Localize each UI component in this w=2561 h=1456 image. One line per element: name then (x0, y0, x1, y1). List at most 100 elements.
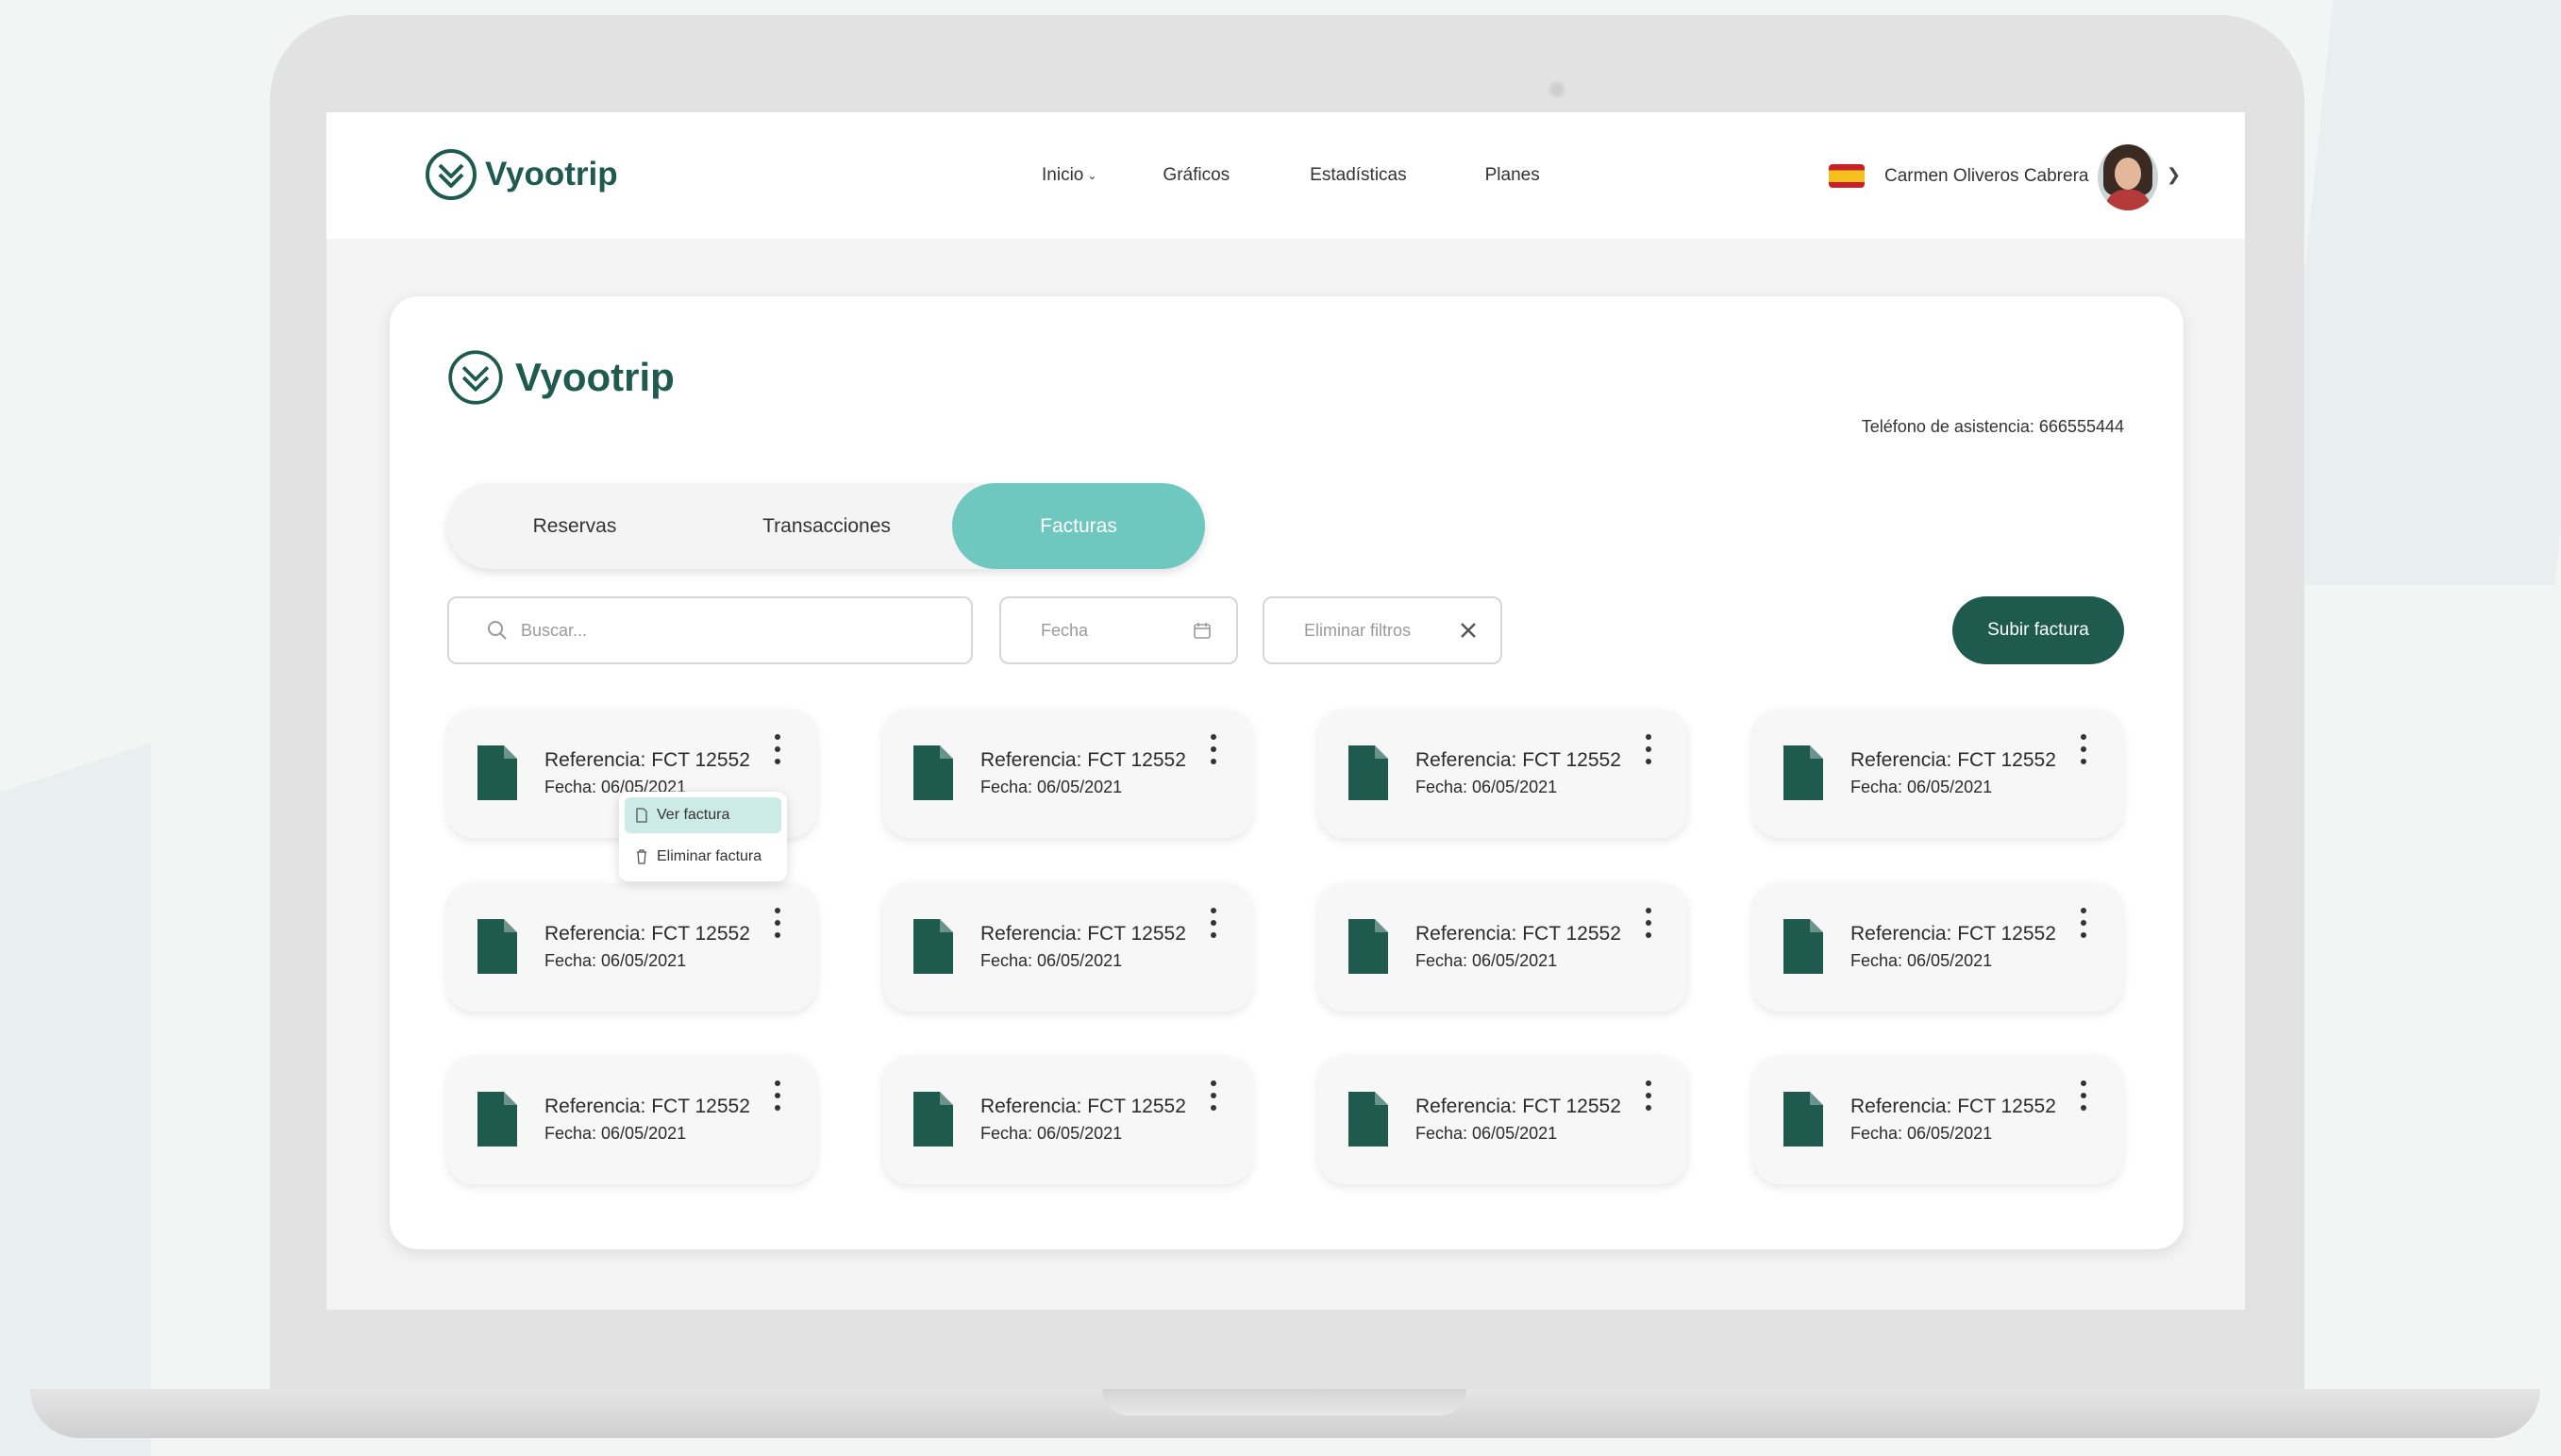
more-options-icon[interactable] (1208, 908, 1219, 938)
document-icon (1348, 1092, 1388, 1146)
search-icon (488, 621, 507, 640)
tab-transacciones[interactable]: Transacciones (699, 483, 954, 569)
invoice-date: Fecha: 06/05/2021 (980, 951, 1123, 970)
trash-icon (637, 849, 646, 864)
document-icon (913, 919, 953, 974)
brand-logo[interactable]: Vyootrip (425, 148, 618, 201)
invoice-card[interactable]: Referencia: FCT 12552 Fecha: 06/05/2021 (883, 883, 1252, 1012)
invoice-date: Fecha: 06/05/2021 (980, 778, 1123, 796)
invoice-card[interactable]: Referencia: FCT 12552 Fecha: 06/05/2021 (447, 1056, 816, 1184)
more-options-icon[interactable] (2078, 1080, 2089, 1111)
invoices-panel: Vyootrip Teléfono de asistencia: 6665554… (390, 296, 2184, 1249)
invoice-reference: Referencia: FCT 12552 (1850, 923, 2056, 945)
search-placeholder: Buscar... (521, 620, 588, 640)
more-options-icon[interactable] (1208, 1080, 1219, 1111)
chevron-down-icon[interactable]: ❯ (2167, 165, 2181, 185)
avatar[interactable] (2098, 144, 2158, 210)
invoice-card[interactable]: Referencia: FCT 12552 Fecha: 06/05/2021 (1318, 710, 1687, 838)
invoice-reference: Referencia: FCT 12552 (1850, 749, 2056, 771)
tab-reservas[interactable]: Reservas (447, 483, 702, 569)
invoice-date: Fecha: 06/05/2021 (1850, 778, 1993, 796)
invoice-date: Fecha: 06/05/2021 (1415, 1124, 1558, 1143)
invoice-reference: Referencia: FCT 12552 (544, 749, 750, 771)
more-options-icon[interactable] (772, 908, 783, 938)
chevron-down-icon: ⌄ (1087, 169, 1097, 182)
invoice-reference: Referencia: FCT 12552 (1415, 923, 1621, 945)
brand-logo: Vyootrip (447, 349, 675, 406)
more-options-icon[interactable] (2078, 908, 2089, 938)
document-icon (1348, 919, 1388, 974)
background-shape (0, 743, 151, 1456)
document-icon (477, 919, 517, 974)
date-filter[interactable]: Fecha (999, 596, 1238, 664)
clear-filters-button[interactable]: Eliminar filtros (1263, 596, 1502, 664)
invoice-date: Fecha: 06/05/2021 (544, 1124, 687, 1143)
document-icon (477, 745, 517, 800)
spain-flag-icon[interactable] (1829, 164, 1865, 188)
brand-name: Vyootrip (515, 355, 675, 399)
support-phone: Teléfono de asistencia: 666555444 (1861, 417, 2124, 436)
invoice-grid: Referencia: FCT 12552 Fecha: 06/05/2021 … (447, 710, 2124, 1219)
more-options-icon[interactable] (1643, 734, 1654, 764)
invoice-card[interactable]: Referencia: FCT 12552 Fecha: 06/05/2021 (1318, 1056, 1687, 1184)
delete-invoice-menu-item[interactable]: Eliminar factura (625, 839, 781, 875)
more-options-icon[interactable] (1643, 1080, 1654, 1111)
app-screen: Vyootrip Inicio ⌄ Gráficos Estadísticas … (326, 112, 2245, 1310)
invoice-reference: Referencia: FCT 12552 (980, 749, 1186, 771)
invoice-card[interactable]: Referencia: FCT 12552 Fecha: 06/05/2021 (1753, 883, 2122, 1012)
nav-graficos[interactable]: Gráficos (1163, 165, 1230, 186)
invoice-date: Fecha: 06/05/2021 (544, 951, 687, 970)
tab-bar: Reservas Transacciones Facturas (447, 483, 1205, 569)
invoice-reference: Referencia: FCT 12552 (980, 1096, 1186, 1117)
user-name: Carmen Oliveros Cabrera (1884, 166, 2089, 186)
view-invoice-menu-item[interactable]: Ver factura (625, 797, 781, 833)
clear-filters-label: Eliminar filtros (1304, 620, 1412, 640)
invoice-card[interactable]: Referencia: FCT 12552 Fecha: 06/05/2021 (883, 710, 1252, 838)
invoice-card[interactable]: Referencia: FCT 12552 Fecha: 06/05/2021 (1318, 883, 1687, 1012)
invoice-reference: Referencia: FCT 12552 (544, 923, 750, 945)
invoice-date: Fecha: 06/05/2021 (980, 1124, 1123, 1143)
document-icon (477, 1092, 517, 1146)
date-placeholder: Fecha (1041, 620, 1089, 640)
more-options-icon[interactable] (1643, 908, 1654, 938)
document-icon (913, 745, 953, 800)
invoice-card[interactable]: Referencia: FCT 12552 Fecha: 06/05/2021 (883, 1056, 1252, 1184)
invoice-date: Fecha: 06/05/2021 (1850, 951, 1993, 970)
more-options-icon[interactable] (772, 1080, 783, 1111)
invoice-reference: Referencia: FCT 12552 (980, 923, 1186, 945)
top-navigation: Vyootrip Inicio ⌄ Gráficos Estadísticas … (326, 112, 2245, 239)
invoice-reference: Referencia: FCT 12552 (1415, 1096, 1621, 1117)
invoice-date: Fecha: 06/05/2021 (1415, 778, 1558, 796)
more-options-icon[interactable] (2078, 734, 2089, 764)
more-options-icon[interactable] (1208, 734, 1219, 764)
main-menu: Inicio ⌄ Gráficos Estadísticas Planes (1042, 165, 1606, 186)
upload-invoice-button[interactable]: Subir factura (1952, 596, 2124, 664)
nav-inicio[interactable]: Inicio ⌄ (1042, 165, 1096, 186)
close-icon (1461, 623, 1476, 638)
tab-facturas[interactable]: Facturas (952, 483, 1205, 569)
camera-icon (1548, 81, 1565, 98)
invoice-context-menu: Ver factura Eliminar factura (619, 792, 787, 881)
invoice-reference: Referencia: FCT 12552 (544, 1096, 750, 1117)
document-icon (913, 1092, 953, 1146)
document-icon (1783, 919, 1823, 974)
invoice-card[interactable]: Referencia: FCT 12552 Fecha: 06/05/2021 (447, 883, 816, 1012)
vyootrip-logo-icon (426, 149, 477, 200)
document-icon (1783, 1092, 1823, 1146)
invoice-date: Fecha: 06/05/2021 (1415, 951, 1558, 970)
search-input[interactable]: Buscar... (447, 596, 973, 664)
document-icon (1348, 745, 1388, 800)
invoice-card[interactable]: Referencia: FCT 12552 Fecha: 06/05/2021 (1753, 710, 2122, 838)
nav-estadisticas[interactable]: Estadísticas (1310, 165, 1406, 186)
nav-planes[interactable]: Planes (1485, 165, 1540, 186)
nav-inicio-label: Inicio (1042, 165, 1084, 185)
invoice-card[interactable]: Referencia: FCT 12552 Fecha: 06/05/2021 (1753, 1056, 2122, 1184)
calendar-icon (1194, 623, 1211, 639)
more-options-icon[interactable] (772, 734, 783, 764)
invoice-reference: Referencia: FCT 12552 (1850, 1096, 2056, 1117)
brand-name: Vyootrip (485, 156, 618, 192)
view-invoice-label: Ver factura (657, 807, 730, 823)
document-icon (1783, 745, 1823, 800)
vyootrip-logo-icon (448, 350, 503, 405)
invoice-reference: Referencia: FCT 12552 (1415, 749, 1621, 771)
